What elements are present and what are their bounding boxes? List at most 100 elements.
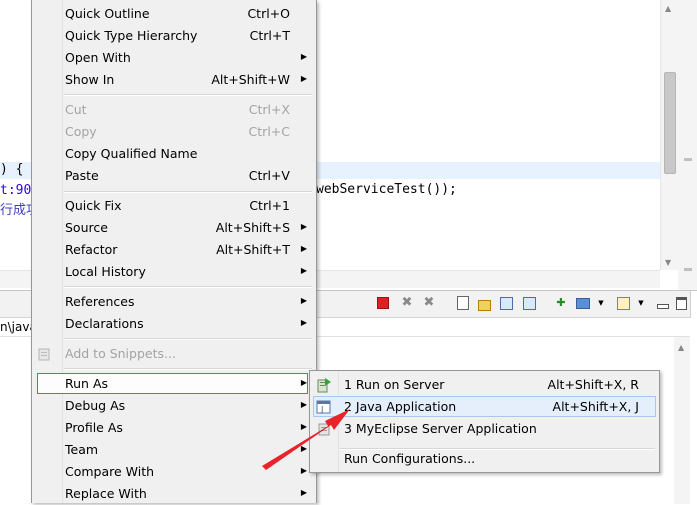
menu-item-label: Local History xyxy=(65,264,146,279)
svg-text:J: J xyxy=(320,405,323,414)
scroll-thumb[interactable] xyxy=(664,72,676,174)
menu-item-copy-qualified-name[interactable]: Copy Qualified Name xyxy=(32,143,316,165)
submenu-arrow-icon: ▶ xyxy=(300,74,307,83)
scroll-up-icon[interactable]: ▲ xyxy=(665,4,671,13)
menu-item-paste[interactable]: Paste Ctrl+V xyxy=(32,165,316,187)
menu-item-show-in[interactable]: Show In Alt+Shift+W ▶ xyxy=(32,69,316,91)
java-application-icon: J xyxy=(316,399,332,415)
word-wrap-icon[interactable] xyxy=(498,295,514,311)
menu-separator xyxy=(64,94,312,96)
menu-item-label: Add to Snippets... xyxy=(65,346,176,361)
open-console-icon[interactable] xyxy=(615,295,631,311)
submenu-arrow-icon: ▶ xyxy=(300,488,307,497)
menu-item-label: Open With xyxy=(65,50,131,65)
menu-item-label: Team xyxy=(65,442,99,457)
display-console-icon[interactable] xyxy=(575,295,591,311)
menu-item-profile-as[interactable]: Profile As ▶ xyxy=(32,417,316,439)
show-on-output-icon[interactable] xyxy=(521,295,537,311)
submenu-item-label: 3 MyEclipse Server Application xyxy=(344,421,537,436)
menu-item-label: Copy xyxy=(65,124,97,139)
run-as-submenu: 1 Run on Server Alt+Shift+X, R J 2 Java … xyxy=(309,370,660,473)
submenu-item-label: 2 Java Application xyxy=(344,399,457,414)
scroll-lock-icon[interactable] xyxy=(476,295,492,311)
menu-item-label: Copy Qualified Name xyxy=(65,146,198,161)
menu-item-label: Quick Type Hierarchy xyxy=(65,28,198,43)
submenu-item-label: Run Configurations... xyxy=(344,451,476,466)
menu-item-refactor[interactable]: Refactor Alt+Shift+T ▶ xyxy=(32,239,316,261)
menu-separator xyxy=(64,338,312,340)
scroll-up-icon[interactable]: ▲ xyxy=(678,343,684,352)
menu-item-quick-fix[interactable]: Quick Fix Ctrl+1 xyxy=(32,195,316,217)
context-menu: Quick Outline Ctrl+O Quick Type Hierarch… xyxy=(31,0,317,503)
menu-item-open-with[interactable]: Open With ▶ xyxy=(32,47,316,69)
menu-item-shortcut: Alt+Shift+T xyxy=(216,242,290,257)
snippet-icon xyxy=(38,347,52,361)
maximize-icon[interactable] xyxy=(673,295,689,311)
pin-console-icon[interactable]: ✚ xyxy=(553,295,569,311)
menu-item-label: Paste xyxy=(65,168,99,183)
menu-item-quick-outline[interactable]: Quick Outline Ctrl+O xyxy=(32,3,316,25)
submenu-item-myeclipse-server-application[interactable]: 3 MyEclipse Server Application xyxy=(310,418,659,440)
menu-item-label: Run As xyxy=(65,376,109,391)
submenu-arrow-icon: ▶ xyxy=(300,378,307,387)
editor-vertical-scrollbar[interactable]: ▲ ▼ xyxy=(660,0,678,270)
submenu-arrow-icon: ▶ xyxy=(300,222,307,231)
remove-all-icon[interactable]: ✖ xyxy=(421,295,437,311)
terminate-icon[interactable] xyxy=(375,295,391,311)
menu-item-copy[interactable]: Copy Ctrl+C xyxy=(32,121,316,143)
menu-item-run-as[interactable]: Run As ▶ xyxy=(32,373,316,395)
submenu-item-java-application[interactable]: J 2 Java Application Alt+Shift+X, J xyxy=(310,396,659,418)
submenu-item-run-configurations[interactable]: Run Configurations... xyxy=(310,448,659,470)
clear-console-icon[interactable] xyxy=(455,295,471,311)
menu-separator xyxy=(64,368,312,370)
submenu-item-shortcut: Alt+Shift+X, J xyxy=(552,399,639,414)
menu-item-shortcut: Ctrl+O xyxy=(247,6,290,21)
minimize-icon[interactable] xyxy=(655,295,671,311)
menu-item-add-to-snippets[interactable]: Add to Snippets... xyxy=(32,343,316,365)
menu-item-label: Quick Outline xyxy=(65,6,150,21)
menu-separator xyxy=(64,286,312,288)
menu-item-label: Show In xyxy=(65,72,115,87)
menu-item-compare-with[interactable]: Compare With ▶ xyxy=(32,461,316,483)
console-vertical-scrollbar[interactable]: ▲ xyxy=(674,337,690,504)
menu-item-label: Source xyxy=(65,220,108,235)
code-fragment-string: t:90 xyxy=(0,183,32,198)
myeclipse-server-icon xyxy=(316,421,332,437)
remove-launch-icon[interactable]: ✖ xyxy=(399,295,415,311)
submenu-arrow-icon: ▶ xyxy=(300,400,307,409)
menu-item-shortcut: Ctrl+V xyxy=(248,168,290,183)
menu-item-label: Quick Fix xyxy=(65,198,122,213)
menu-item-declarations[interactable]: Declarations ▶ xyxy=(32,313,316,335)
menu-item-references[interactable]: References ▶ xyxy=(32,291,316,313)
submenu-arrow-icon: ▶ xyxy=(300,444,307,453)
scroll-down-icon[interactable]: ▼ xyxy=(665,258,671,267)
submenu-item-label: 1 Run on Server xyxy=(344,377,445,392)
menu-item-debug-as[interactable]: Debug As ▶ xyxy=(32,395,316,417)
menu-item-label: Profile As xyxy=(65,420,123,435)
ruler-marker[interactable] xyxy=(684,158,692,161)
overview-ruler xyxy=(678,0,697,290)
menu-item-quick-type-hierarchy[interactable]: Quick Type Hierarchy Ctrl+T xyxy=(32,25,316,47)
submenu-arrow-icon: ▶ xyxy=(300,266,307,275)
submenu-arrow-icon: ▶ xyxy=(300,52,307,61)
submenu-arrow-icon: ▶ xyxy=(300,422,307,431)
menu-separator xyxy=(64,191,312,193)
submenu-item-run-on-server[interactable]: 1 Run on Server Alt+Shift+X, R xyxy=(310,374,659,396)
menu-item-label: Replace With xyxy=(65,486,147,501)
menu-item-shortcut: Alt+Shift+S xyxy=(215,220,290,235)
menu-item-local-history[interactable]: Local History ▶ xyxy=(32,261,316,283)
menu-item-shortcut: Ctrl+T xyxy=(249,28,290,43)
menu-item-source[interactable]: Source Alt+Shift+S ▶ xyxy=(32,217,316,239)
chevron-down-icon[interactable]: ▼ xyxy=(633,295,649,311)
ruler-marker[interactable] xyxy=(684,268,692,271)
menu-item-label: Refactor xyxy=(65,242,118,257)
menu-item-label: Debug As xyxy=(65,398,126,413)
menu-item-cut[interactable]: Cut Ctrl+X xyxy=(32,99,316,121)
menu-item-label: Cut xyxy=(65,102,87,117)
chevron-down-icon[interactable]: ▼ xyxy=(593,295,609,311)
menu-item-replace-with[interactable]: Replace With ▶ xyxy=(32,483,316,505)
submenu-arrow-icon: ▶ xyxy=(300,466,307,475)
menu-item-team[interactable]: Team ▶ xyxy=(32,439,316,461)
submenu-arrow-icon: ▶ xyxy=(300,244,307,253)
menu-item-label: References xyxy=(65,294,135,309)
